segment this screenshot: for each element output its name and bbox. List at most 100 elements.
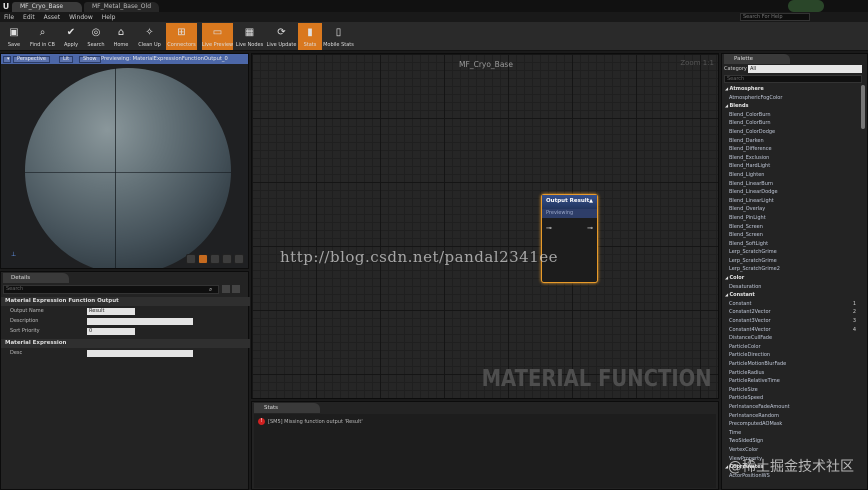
palette-item[interactable]: Blend_HardLight (722, 162, 858, 171)
palette-item[interactable]: Blend_LinearLight (722, 197, 858, 206)
grid-view-icon[interactable] (222, 285, 230, 293)
palette-scrollbar[interactable] (861, 85, 865, 129)
palette-item[interactable]: Time (722, 429, 858, 438)
palette-item[interactable]: Constant2Vector 2 (722, 308, 858, 317)
doc-tab-mf-cryo-base[interactable]: MF_Cryo_Base (12, 2, 82, 12)
live-nodes-button[interactable]: ▦ Live Nodes (234, 23, 265, 50)
palette-item[interactable]: ParticleRelativeTime (722, 377, 858, 386)
apply-button[interactable]: ✔ Apply (59, 23, 83, 50)
palette-item[interactable]: Blend_ColorBurn (722, 111, 858, 120)
palette-item[interactable]: ParticleDirection (722, 351, 858, 360)
palette-item[interactable]: Blend_LinearDodge (722, 188, 858, 197)
palette-category[interactable]: ◢ Color (722, 274, 858, 283)
menu-window[interactable]: Window (69, 14, 93, 21)
palette-item[interactable]: Blend_Screen (722, 231, 858, 240)
palette-item[interactable]: Blend_ColorBurn (722, 119, 858, 128)
live-update-button[interactable]: ⟳ Live Update (266, 23, 297, 50)
plane-mesh-icon[interactable] (210, 254, 220, 264)
palette-panel: Palette Category All Search ◢ Atmosphere… (721, 53, 868, 490)
search-icon: ⌕ (209, 286, 213, 293)
palette-item[interactable]: Blend_ColorDodge (722, 128, 858, 137)
palette-item[interactable]: Blend_SoftLight (722, 240, 858, 249)
collapse-arrow-icon[interactable]: ▲ (589, 198, 593, 204)
palette-item[interactable]: Blend_PinLight (722, 214, 858, 223)
description-field[interactable] (87, 318, 193, 325)
palette-item[interactable]: Blend_Overlay (722, 205, 858, 214)
stats-tab[interactable]: Stats (254, 403, 320, 413)
palette-item[interactable]: Blend_Lighten (722, 171, 858, 180)
teapot-mesh-icon[interactable] (234, 254, 244, 264)
palette-item[interactable]: ParticleMotionBlurFade (722, 360, 858, 369)
palette-item[interactable]: Constant 1 (722, 300, 858, 309)
details-tab[interactable]: Details (3, 273, 69, 283)
palette-category[interactable]: ◢ Constant (722, 291, 858, 300)
stats-button[interactable]: ▮ Stats (298, 23, 322, 50)
palette-item[interactable]: Blend_Screen (722, 223, 858, 232)
cube-mesh-icon[interactable] (222, 254, 232, 264)
palette-item[interactable]: Constant4Vector 4 (722, 326, 858, 335)
section-material-expression[interactable]: Material Expression (1, 339, 250, 348)
palette-item[interactable]: PrecomputedAOMask (722, 420, 858, 429)
palette-item[interactable]: PerInstanceFadeAmount (722, 403, 858, 412)
output-result-node[interactable]: Output Result ▲ Previewing ⊸ ⊸ (541, 194, 598, 283)
sphere-mesh-icon[interactable] (198, 254, 208, 264)
palette-item[interactable]: VertexColor (722, 446, 858, 455)
desc-field[interactable] (87, 350, 193, 357)
menu-bar: File Edit Asset Window Help (0, 12, 868, 22)
palette-item[interactable]: Desaturation (722, 283, 858, 292)
find-in-cb-button[interactable]: ⌕ Find in CB (27, 23, 58, 50)
perspective-button[interactable]: Perspective (13, 56, 50, 63)
palette-item[interactable]: AtmosphericFogColor (722, 94, 858, 103)
palette-item[interactable]: ParticleSize (722, 386, 858, 395)
palette-category[interactable]: ◢ Blends (722, 102, 858, 111)
palette-item[interactable]: Blend_Difference (722, 145, 858, 154)
output-name-field[interactable]: Result (87, 308, 135, 315)
menu-asset[interactable]: Asset (44, 14, 60, 21)
details-search-input[interactable]: Search (3, 285, 219, 294)
preview-mesh-buttons (184, 254, 244, 264)
palette-search-input[interactable]: Search (724, 75, 862, 83)
toolbar: ▣ Save ⌕ Find in CB ✔ Apply ◎ Search ⌂ Home ✧… (0, 22, 868, 51)
category-select[interactable]: All (748, 65, 862, 73)
palette-tab[interactable]: Palette (724, 54, 790, 64)
palette-item[interactable]: TwoSidedSign (722, 437, 858, 446)
sort-priority-field[interactable]: 0 (87, 328, 135, 335)
material-graph[interactable]: MF_Cryo_Base Zoom 1:1 MATERIAL FUNCTION … (251, 53, 719, 399)
palette-item[interactable]: ParticleSpeed (722, 394, 858, 403)
menu-edit[interactable]: Edit (23, 14, 35, 21)
mobile-stats-button[interactable]: ▯ Mobile Stats (323, 23, 354, 50)
live-preview-button[interactable]: ▭ Live Preview (202, 23, 233, 50)
menu-help[interactable]: Help (102, 14, 116, 21)
viewport-options-button[interactable]: ▾ (3, 56, 11, 63)
palette-item[interactable]: Lerp_ScratchGrime (722, 248, 858, 257)
palette-item[interactable]: Blend_LinearBurn (722, 180, 858, 189)
clean-up-button[interactable]: ✧ Clean Up (134, 23, 165, 50)
palette-item[interactable]: Blend_Darken (722, 137, 858, 146)
eye-icon[interactable] (232, 285, 240, 293)
palette-item[interactable]: ParticleColor (722, 343, 858, 352)
preview-viewport[interactable]: ▾ Perspective Lit Show Previewing: Mater… (0, 53, 249, 269)
palette-item[interactable]: ParticleRadius (722, 369, 858, 378)
palette-item[interactable]: DistanceCullFade (722, 334, 858, 343)
connectors-button[interactable]: ⊞ Connectors (166, 23, 197, 50)
palette-item[interactable]: Blend_Exclusion (722, 154, 858, 163)
details-panel: Details Search ⌕ Material Expression Fun… (0, 271, 250, 490)
window-controls[interactable] (788, 0, 824, 12)
home-button[interactable]: ⌂ Home (109, 23, 133, 50)
save-button[interactable]: ▣ Save (2, 23, 26, 50)
palette-item[interactable]: Lerp_ScratchGrime (722, 257, 858, 266)
output-pin-icon[interactable]: ⊸ (587, 224, 593, 232)
section-function-output[interactable]: Material Expression Function Output (1, 297, 250, 306)
palette-item[interactable]: PerInstanceRandom (722, 412, 858, 421)
input-pin-icon[interactable]: ⊸ (546, 224, 552, 232)
search-button[interactable]: ◎ Search (84, 23, 108, 50)
palette-item[interactable]: Constant3Vector 3 (722, 317, 858, 326)
search-help-input[interactable]: Search For Help (740, 13, 810, 21)
palette-item[interactable]: Lerp_ScratchGrime2 (722, 265, 858, 274)
lit-button[interactable]: Lit (59, 56, 74, 63)
doc-tab-mf-metal-base-old[interactable]: MF_Metal_Base_Old (84, 2, 160, 12)
menu-file[interactable]: File (4, 14, 14, 21)
show-button[interactable]: Show (79, 56, 101, 63)
cylinder-mesh-icon[interactable] (186, 254, 196, 264)
palette-category[interactable]: ◢ Atmosphere (722, 85, 858, 94)
